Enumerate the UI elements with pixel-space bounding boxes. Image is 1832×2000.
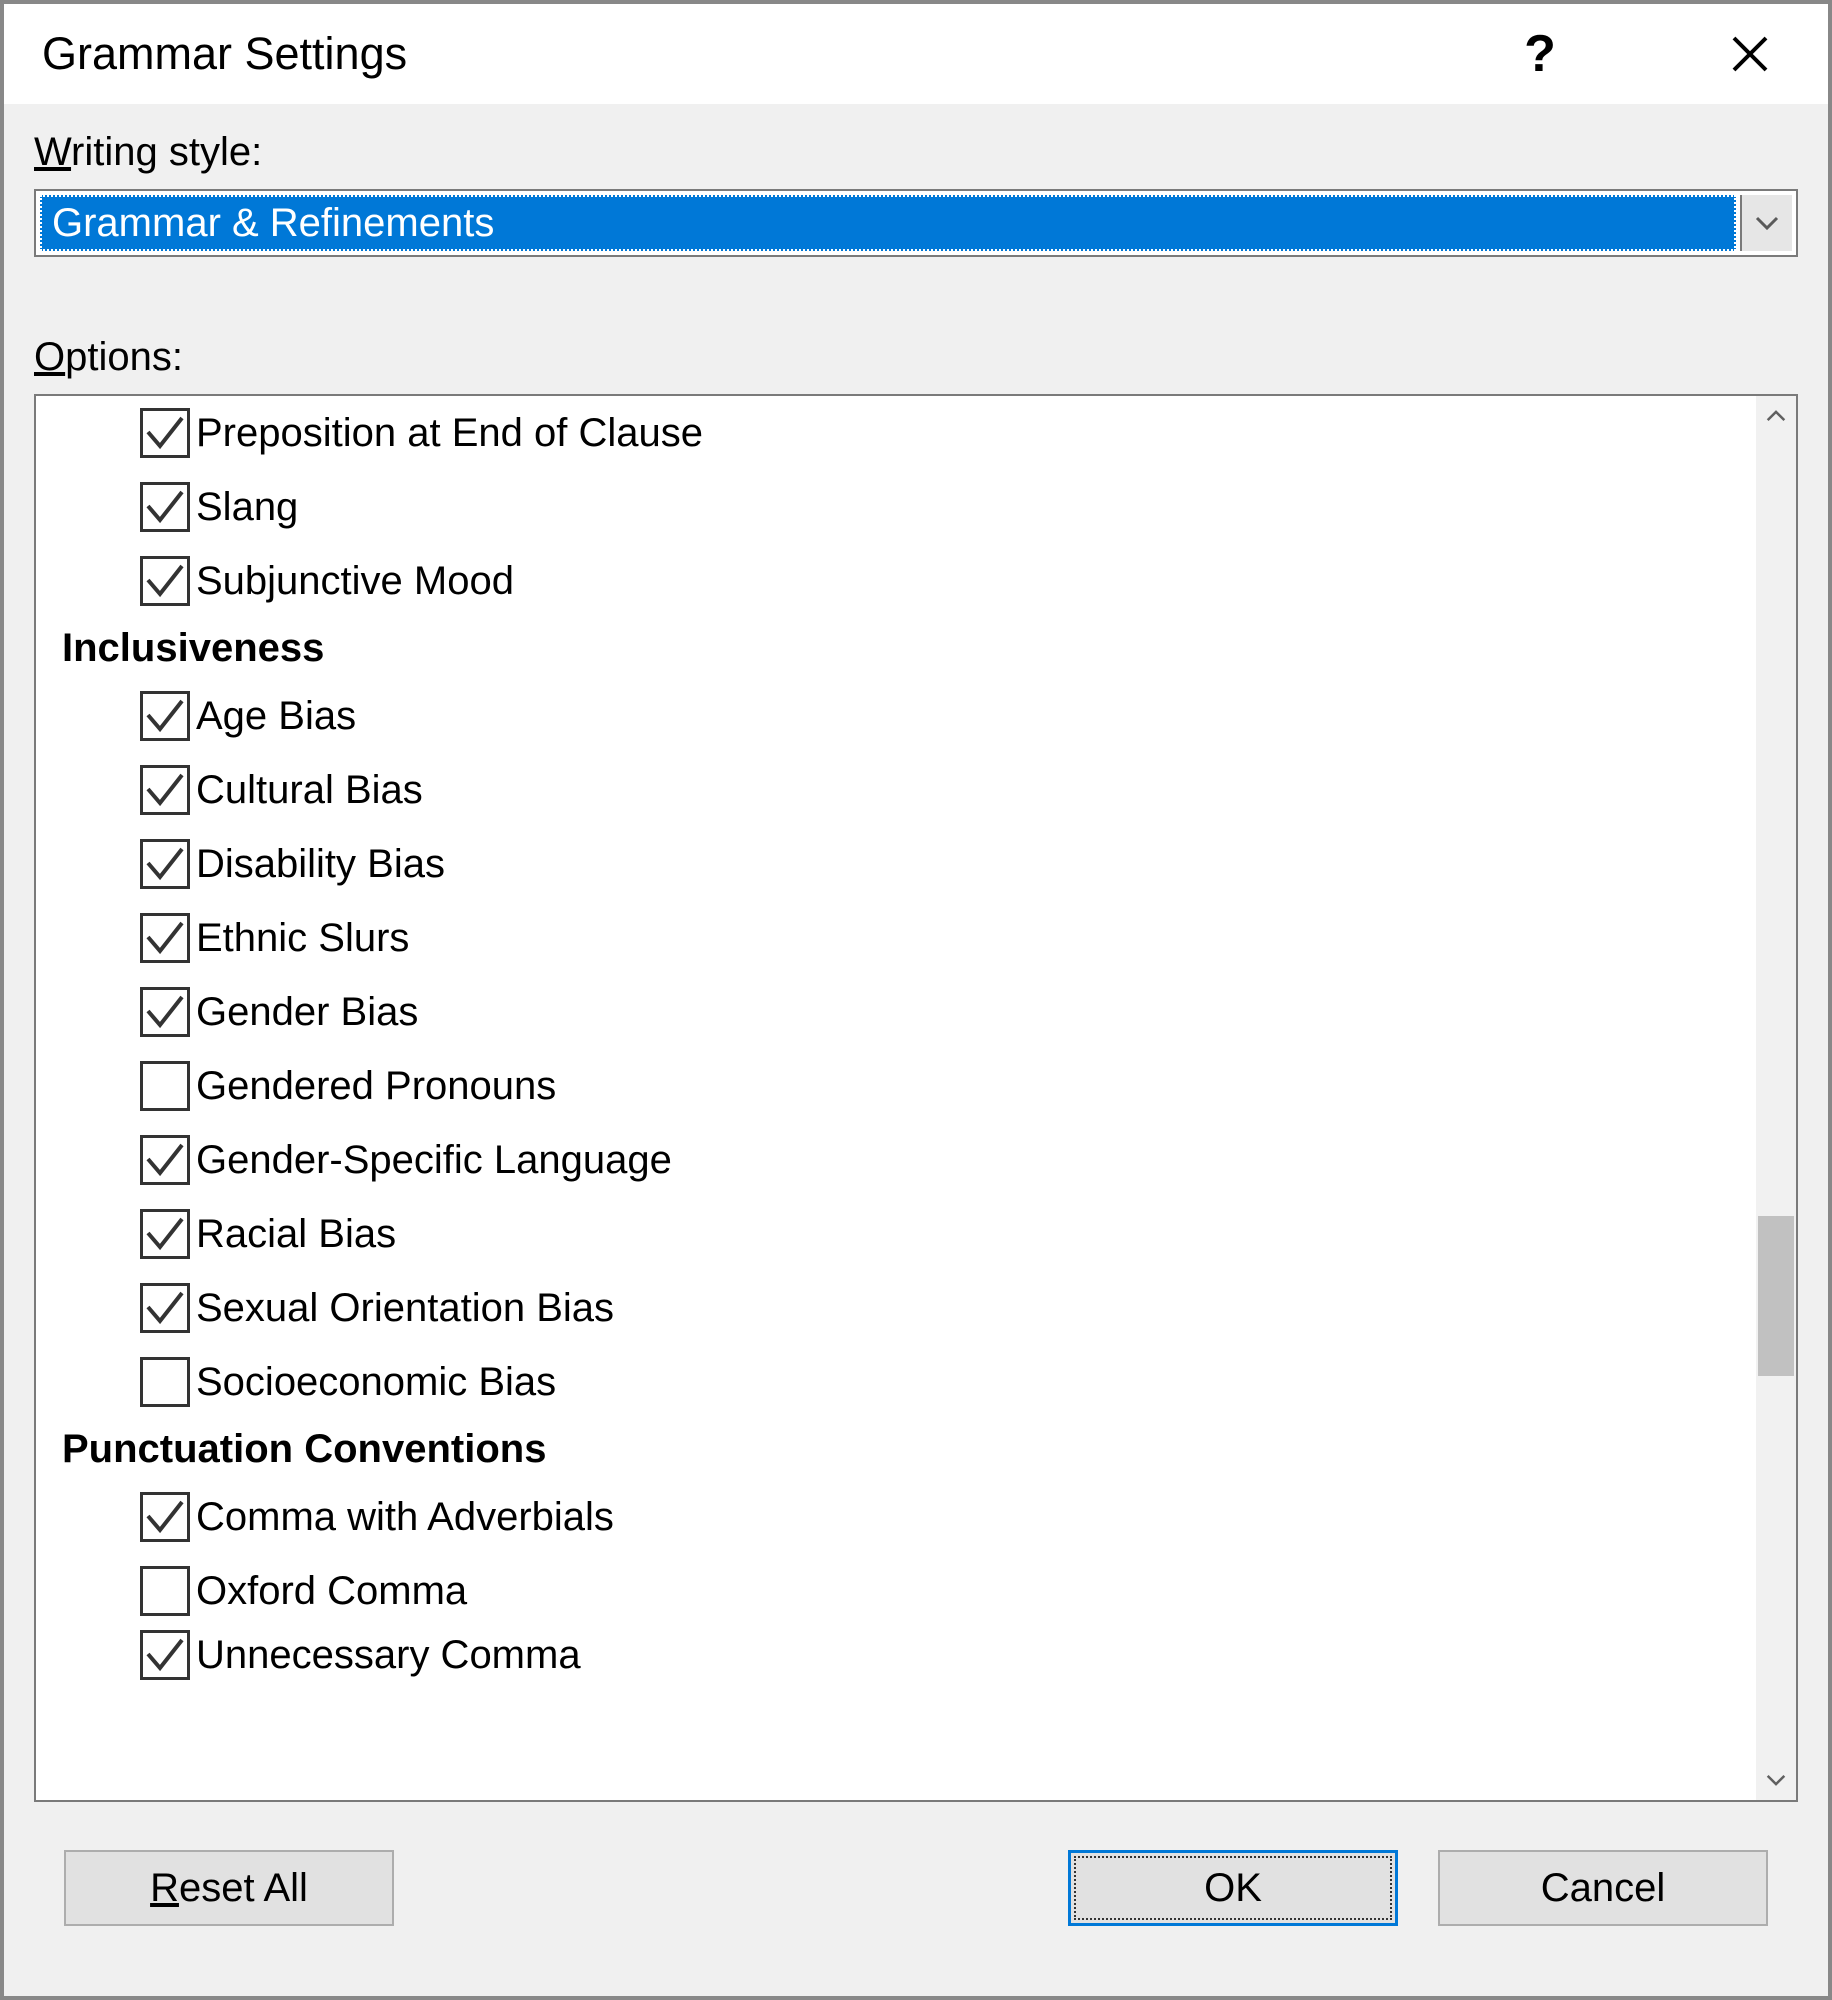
chevron-down-icon [1766,1774,1786,1786]
checkbox[interactable] [140,556,190,606]
writing-style-dropdown[interactable]: Grammar & Refinements [34,189,1798,257]
option-label: Comma with Adverbials [196,1495,614,1540]
cancel-button[interactable]: Cancel [1438,1850,1768,1926]
checkbox[interactable] [140,1357,190,1407]
option-label: Oxford Comma [196,1569,467,1614]
close-button[interactable] [1700,18,1800,90]
help-button[interactable]: ? [1490,18,1590,90]
option-label: Disability Bias [196,842,445,887]
option-row[interactable]: Racial Bias [140,1197,1756,1271]
option-label: Sexual Orientation Bias [196,1286,614,1331]
checkbox[interactable] [140,1283,190,1333]
options-scroll-area: Preposition at End of Clause Slang Subjunc… [36,396,1756,1800]
grammar-settings-dialog: Grammar Settings ? Writing style: Gramma… [0,0,1832,2000]
option-row[interactable]: Unnecessary Comma [140,1628,1756,1682]
scrollbar-track[interactable] [1756,436,1796,1760]
close-icon [1730,34,1770,74]
option-row[interactable]: Gender Bias [140,975,1756,1049]
option-row[interactable]: Slang [140,470,1756,544]
option-label: Slang [196,485,298,530]
option-row[interactable]: Oxford Comma [140,1554,1756,1628]
reset-all-button[interactable]: Reset All [64,1850,394,1926]
option-group-header: Punctuation Conventions [62,1427,1756,1472]
chevron-down-icon [1755,216,1779,230]
option-row[interactable]: Comma with Adverbials [140,1480,1756,1554]
option-row[interactable]: Sexual Orientation Bias [140,1271,1756,1345]
option-row[interactable]: Disability Bias [140,827,1756,901]
option-row[interactable]: Ethnic Slurs [140,901,1756,975]
dialog-title: Grammar Settings [42,28,1380,80]
option-label: Cultural Bias [196,768,423,813]
writing-style-label: Writing style: [34,130,1798,175]
option-label: Racial Bias [196,1212,396,1257]
option-row[interactable]: Socioeconomic Bias [140,1345,1756,1419]
titlebar: Grammar Settings ? [4,4,1828,104]
option-row[interactable]: Gendered Pronouns [140,1049,1756,1123]
option-label: Gender Bias [196,990,418,1035]
checkbox[interactable] [140,691,190,741]
option-label: Subjunctive Mood [196,559,514,604]
scroll-up-button[interactable] [1756,396,1796,436]
dropdown-arrow-button[interactable] [1740,195,1792,251]
scrollbar-thumb[interactable] [1758,1216,1794,1376]
checkbox[interactable] [140,1566,190,1616]
checkbox[interactable] [140,1135,190,1185]
scroll-down-button[interactable] [1756,1760,1796,1800]
dialog-body: Writing style: Grammar & Refinements Opt… [4,104,1828,1996]
writing-style-selected: Grammar & Refinements [40,195,1736,251]
checkbox[interactable] [140,839,190,889]
option-label: Socioeconomic Bias [196,1360,556,1405]
option-row[interactable]: Subjunctive Mood [140,544,1756,618]
option-label: Gendered Pronouns [196,1064,556,1109]
checkbox[interactable] [140,1492,190,1542]
checkbox[interactable] [140,1209,190,1259]
chevron-up-icon [1766,410,1786,422]
checkbox[interactable] [140,913,190,963]
checkbox[interactable] [140,1061,190,1111]
option-row[interactable]: Cultural Bias [140,753,1756,827]
vertical-scrollbar[interactable] [1756,396,1796,1800]
dialog-footer: Reset All OK Cancel [34,1802,1798,1966]
option-label: Age Bias [196,694,356,739]
checkbox[interactable] [140,987,190,1037]
option-label: Unnecessary Comma [196,1633,581,1678]
option-label: Preposition at End of Clause [196,411,703,456]
options-label: Options: [34,335,1798,380]
option-label: Gender-Specific Language [196,1138,672,1183]
ok-button[interactable]: OK [1068,1850,1398,1926]
checkbox[interactable] [140,765,190,815]
option-row[interactable]: Gender-Specific Language [140,1123,1756,1197]
checkbox[interactable] [140,482,190,532]
checkbox[interactable] [140,408,190,458]
option-row[interactable]: Preposition at End of Clause [140,396,1756,470]
option-row[interactable]: Age Bias [140,679,1756,753]
checkbox[interactable] [140,1630,190,1680]
option-group-header: Inclusiveness [62,626,1756,671]
option-label: Ethnic Slurs [196,916,409,961]
options-listbox: Preposition at End of Clause Slang Subjunc… [34,394,1798,1802]
